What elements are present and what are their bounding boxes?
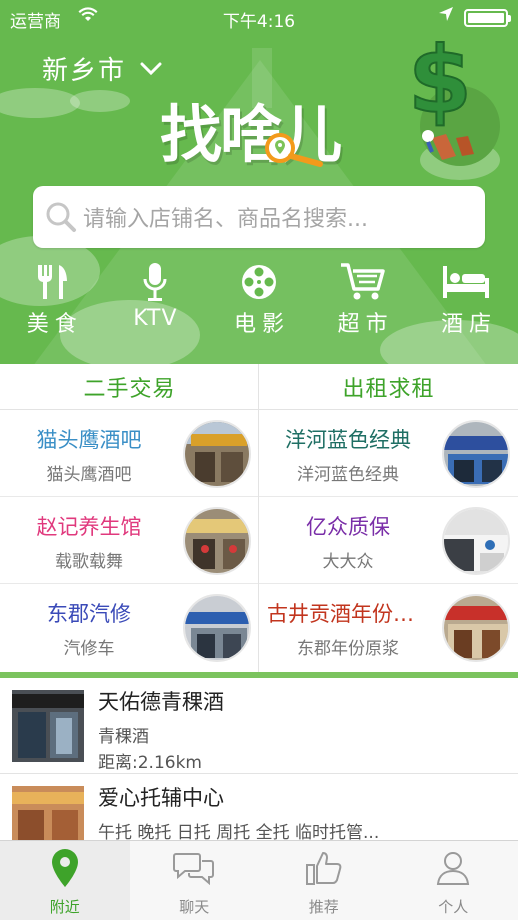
item-title: 赵记养生馆 bbox=[36, 515, 142, 539]
list-item[interactable]: 天佑德青稞酒 青稞酒 距离:2.16km bbox=[0, 678, 518, 774]
item-title: 古井贡酒年份原浆 bbox=[267, 602, 435, 626]
grid-item[interactable]: 洋河蓝色经典 洋河蓝色经典 bbox=[259, 410, 518, 497]
item-thumbnail bbox=[12, 786, 84, 840]
item-description: 青稞酒 bbox=[98, 727, 149, 747]
item-name: 爱心托辅中心 bbox=[98, 786, 224, 810]
item-subtitle: 大大众 bbox=[322, 552, 374, 572]
city-label: 新乡市 bbox=[42, 56, 127, 86]
item-subtitle: 洋河蓝色经典 bbox=[297, 465, 399, 485]
category-food[interactable]: 美食 bbox=[0, 262, 104, 338]
tab-label: 聊天 bbox=[179, 898, 210, 916]
city-selector[interactable]: 新乡市 bbox=[42, 50, 162, 87]
item-name: 天佑德青稞酒 bbox=[98, 690, 224, 714]
item-thumbnail bbox=[183, 594, 251, 662]
svg-text:$: $ bbox=[408, 34, 472, 134]
tab-label: 附近 bbox=[49, 898, 80, 916]
status-bar: 运营商 下午4:16 bbox=[0, 0, 518, 36]
item-title: 猫头鹰酒吧 bbox=[36, 428, 142, 452]
item-thumbnail bbox=[442, 507, 510, 575]
category-bar: 美食 KTV 电影 超市 酒店 bbox=[0, 262, 518, 338]
item-title: 亿众质保 bbox=[306, 515, 390, 539]
category-label: KTV bbox=[133, 306, 178, 331]
grid-item[interactable]: 赵记养生馆 载歌载舞 bbox=[0, 497, 259, 584]
category-label: 酒店 bbox=[441, 312, 498, 337]
microphone-icon bbox=[142, 262, 168, 302]
chevron-down-icon bbox=[140, 62, 162, 75]
section-title[interactable]: 出租求租 bbox=[259, 364, 518, 410]
category-hotel[interactable]: 酒店 bbox=[414, 262, 518, 338]
tab-chat[interactable]: 聊天 bbox=[130, 841, 260, 920]
battery-icon bbox=[464, 9, 511, 27]
category-label: 超市 bbox=[337, 312, 394, 337]
item-description: 午托 晚托 日托 周托 全托 临时托管... bbox=[98, 823, 380, 840]
background-cloud bbox=[70, 90, 130, 112]
item-subtitle: 东郡年份原浆 bbox=[297, 639, 399, 659]
fork-knife-icon bbox=[35, 262, 69, 302]
grid-item[interactable]: 古井贡酒年份原浆 东郡年份原浆 bbox=[259, 584, 518, 671]
item-thumbnail bbox=[183, 420, 251, 488]
listing-grid: 二手交易 猫头鹰酒吧 猫头鹰酒吧 赵记养生馆 载歌载舞 东郡汽修 汽修车 出租求… bbox=[0, 364, 518, 672]
tab-recommend[interactable]: 推荐 bbox=[259, 841, 389, 920]
tab-label: 个人 bbox=[438, 898, 469, 916]
item-title: 东郡汽修 bbox=[47, 602, 131, 626]
item-thumbnail bbox=[183, 507, 251, 575]
section-second-hand: 二手交易 猫头鹰酒吧 猫头鹰酒吧 赵记养生馆 载歌载舞 东郡汽修 汽修车 bbox=[0, 364, 259, 672]
item-thumbnail bbox=[12, 690, 84, 762]
category-label: 美食 bbox=[26, 312, 83, 337]
thumbs-up-icon bbox=[305, 846, 343, 890]
search-icon bbox=[46, 202, 76, 232]
search-bar[interactable]: 请输入店铺名、商品名搜索... bbox=[33, 186, 485, 248]
category-supermarket[interactable]: 超市 bbox=[311, 262, 415, 338]
item-subtitle: 载歌载舞 bbox=[55, 552, 123, 572]
item-distance: 距离:2.16km bbox=[98, 753, 202, 773]
header-banner: 运营商 下午4:16 新乡市 找啥儿 $ 请输入店铺名、商品名搜索... 美食 … bbox=[0, 0, 518, 364]
chat-bubbles-icon bbox=[173, 846, 215, 890]
magnifier-pin-icon bbox=[265, 133, 323, 167]
item-thumbnail bbox=[442, 420, 510, 488]
film-reel-icon bbox=[239, 262, 279, 302]
tab-nearby[interactable]: 附近 bbox=[0, 841, 130, 920]
tab-label: 推荐 bbox=[308, 898, 339, 916]
category-movie[interactable]: 电影 bbox=[207, 262, 311, 338]
grid-item[interactable]: 亿众质保 大大众 bbox=[259, 497, 518, 584]
category-ktv[interactable]: KTV bbox=[104, 262, 208, 338]
person-icon bbox=[435, 846, 471, 890]
shopping-cart-icon bbox=[340, 262, 386, 302]
item-thumbnail bbox=[442, 594, 510, 662]
list-item[interactable]: 爱心托辅中心 午托 晚托 日托 周托 全托 临时托管... bbox=[0, 774, 518, 840]
nearby-list: 天佑德青稞酒 青稞酒 距离:2.16km 爱心托辅中心 午托 晚托 日托 周托 … bbox=[0, 678, 518, 840]
bed-icon bbox=[442, 262, 490, 302]
location-arrow-icon bbox=[438, 6, 454, 27]
location-pin-icon bbox=[51, 846, 79, 890]
category-label: 电影 bbox=[233, 312, 290, 337]
tab-profile[interactable]: 个人 bbox=[389, 841, 518, 920]
item-title: 洋河蓝色经典 bbox=[285, 428, 411, 452]
section-title[interactable]: 二手交易 bbox=[0, 364, 259, 410]
section-rental: 出租求租 洋河蓝色经典 洋河蓝色经典 亿众质保 大大众 古井贡酒年份原浆 东郡年… bbox=[259, 364, 518, 672]
search-input[interactable]: 请输入店铺名、商品名搜索... bbox=[83, 201, 368, 233]
dollar-balloon-icon: $ bbox=[407, 34, 500, 166]
tab-bar: 附近 聊天 推荐 个人 bbox=[0, 840, 518, 920]
grid-item[interactable]: 猫头鹰酒吧 猫头鹰酒吧 bbox=[0, 410, 259, 497]
grid-item[interactable]: 东郡汽修 汽修车 bbox=[0, 584, 259, 671]
item-subtitle: 汽修车 bbox=[63, 639, 115, 659]
item-subtitle: 猫头鹰酒吧 bbox=[46, 465, 132, 485]
